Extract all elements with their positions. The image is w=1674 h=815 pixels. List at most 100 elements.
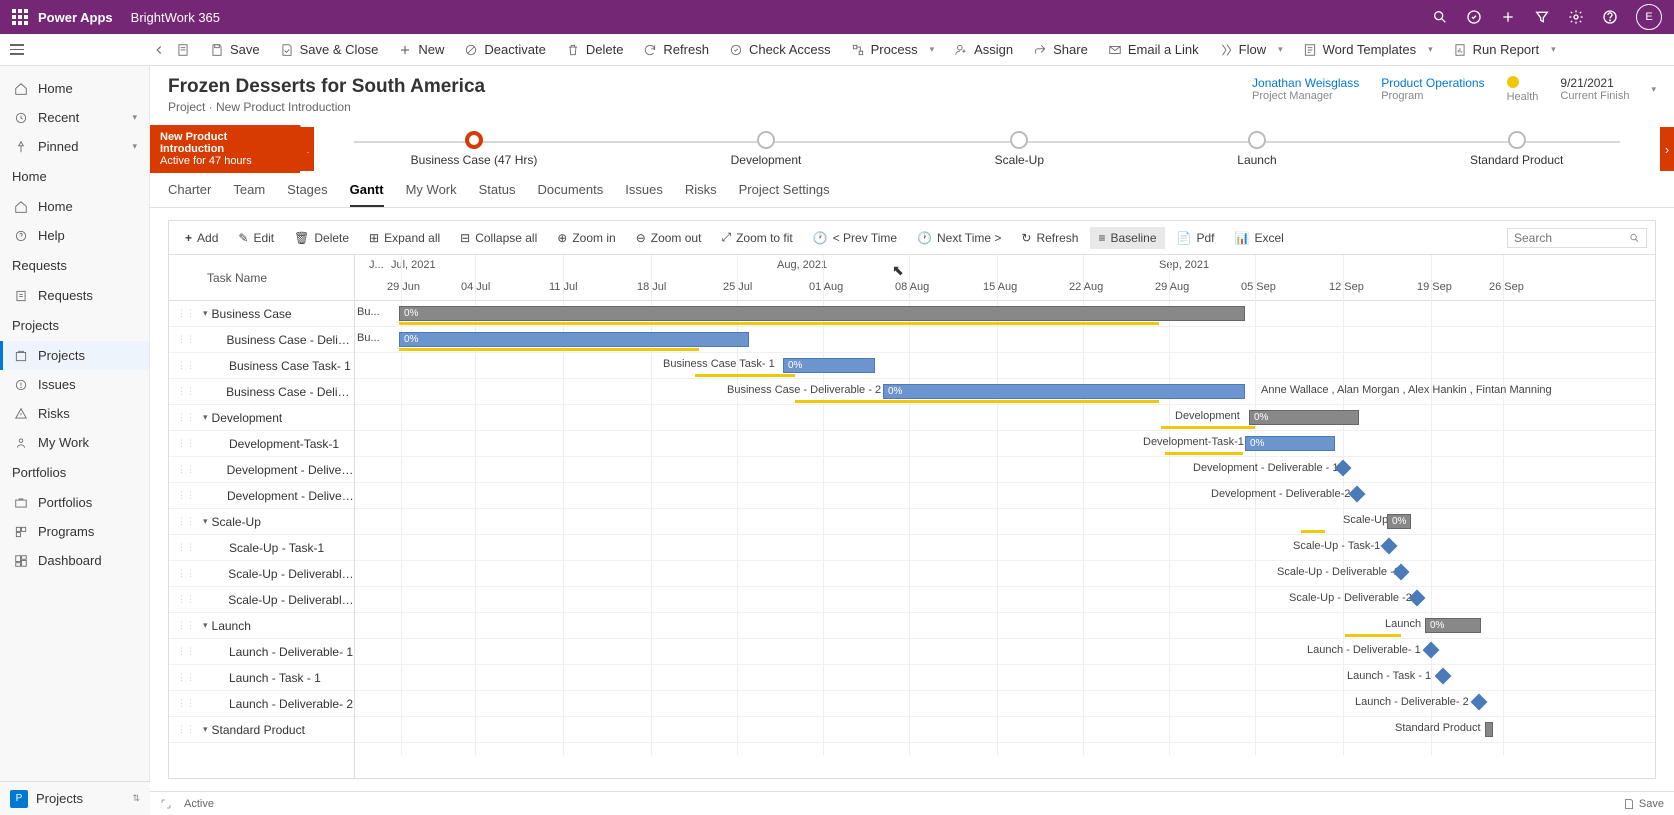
bpf-stage-business-case[interactable]: Business Case (47 Hrs) bbox=[411, 131, 538, 167]
caret-icon[interactable]: ▾ bbox=[203, 724, 208, 735]
drag-handle-icon[interactable]: ⋮⋮ bbox=[177, 698, 195, 709]
drag-handle-icon[interactable]: ⋮⋮ bbox=[177, 516, 195, 527]
tab-issues[interactable]: Issues bbox=[625, 182, 663, 207]
assign-button[interactable]: Assign bbox=[944, 34, 1023, 65]
gantt-excel-button[interactable]: 📊Excel bbox=[1226, 227, 1291, 249]
delete-button[interactable]: Delete bbox=[556, 34, 634, 65]
refresh-button[interactable]: Refresh bbox=[633, 34, 719, 65]
expand-icon[interactable] bbox=[160, 798, 172, 810]
task-row[interactable]: ⋮⋮Business Case Task- 1 bbox=[169, 353, 354, 379]
drag-handle-icon[interactable]: ⋮⋮ bbox=[177, 542, 195, 553]
gantt-bar[interactable]: 0% bbox=[1245, 436, 1335, 451]
gantt-expand-button[interactable]: ⊞Expand all bbox=[361, 227, 448, 249]
nav-programs[interactable]: Programs bbox=[0, 517, 149, 546]
email-link-button[interactable]: Email a Link bbox=[1098, 34, 1209, 65]
gantt-bar[interactable]: 0% bbox=[883, 384, 1245, 399]
gantt-delete-button[interactable]: 🗑Delete bbox=[286, 227, 357, 249]
drag-handle-icon[interactable]: ⋮⋮ bbox=[177, 672, 195, 683]
nav-area-switcher[interactable]: P Projects ⇅ bbox=[0, 781, 150, 815]
tab-status[interactable]: Status bbox=[479, 182, 516, 207]
gantt-fit-button[interactable]: ⤢Zoom to fit bbox=[713, 226, 800, 249]
chevron-down-icon[interactable]: ▾ bbox=[1651, 84, 1656, 95]
drag-handle-icon[interactable]: ⋮⋮ bbox=[177, 334, 195, 345]
nav-mywork[interactable]: My Work bbox=[0, 428, 149, 457]
gantt-bar[interactable]: 0% bbox=[1387, 514, 1411, 529]
task-row[interactable]: ⋮⋮Development - Deliverable - 1 bbox=[169, 457, 354, 483]
task-row[interactable]: ⋮⋮Scale-Up - Deliverable -2 bbox=[169, 587, 354, 613]
form-icon[interactable] bbox=[176, 43, 190, 57]
task-row[interactable]: ⋮⋮Scale-Up - Task-1 bbox=[169, 535, 354, 561]
task-row[interactable]: ⋮⋮▾Development bbox=[169, 405, 354, 431]
gantt-zoomout-button[interactable]: ⊖Zoom out bbox=[628, 227, 710, 249]
footer-save-button[interactable]: Save bbox=[1623, 798, 1664, 810]
save-button[interactable]: Save bbox=[200, 34, 270, 65]
apps-launcher-icon[interactable] bbox=[12, 9, 28, 25]
drag-handle-icon[interactable]: ⋮⋮ bbox=[177, 308, 195, 319]
nav-recent[interactable]: Recent▾ bbox=[0, 103, 149, 132]
bpf-expand-icon[interactable]: › bbox=[1660, 127, 1674, 171]
nav-dashboard[interactable]: Dashboard bbox=[0, 546, 149, 575]
drag-handle-icon[interactable]: ⋮⋮ bbox=[177, 724, 195, 735]
nav-issues[interactable]: Issues bbox=[0, 370, 149, 399]
bpf-current-stage[interactable]: New Product Introduction Active for 47 h… bbox=[150, 125, 300, 173]
drag-handle-icon[interactable]: ⋮⋮ bbox=[177, 620, 195, 631]
gantt-refresh-button[interactable]: ↻Refresh bbox=[1013, 227, 1086, 249]
drag-handle-icon[interactable]: ⋮⋮ bbox=[177, 438, 195, 449]
nav-portfolios[interactable]: Portfolios bbox=[0, 488, 149, 517]
task-row[interactable]: ⋮⋮Business Case - Deliverable-1 bbox=[169, 327, 354, 353]
drag-handle-icon[interactable]: ⋮⋮ bbox=[177, 568, 195, 579]
caret-icon[interactable]: ▾ bbox=[203, 620, 208, 631]
gantt-edit-button[interactable]: ✎Edit bbox=[230, 227, 282, 249]
task-icon[interactable] bbox=[1466, 9, 1482, 25]
add-icon[interactable] bbox=[1500, 9, 1516, 25]
nav-projects[interactable]: Projects bbox=[0, 341, 149, 370]
flow-button[interactable]: Flow▾ bbox=[1209, 34, 1293, 65]
caret-icon[interactable]: ▾ bbox=[203, 516, 208, 527]
drag-handle-icon[interactable]: ⋮⋮ bbox=[177, 412, 195, 423]
user-avatar[interactable]: E bbox=[1636, 4, 1662, 30]
task-row[interactable]: ⋮⋮Launch - Task - 1 bbox=[169, 665, 354, 691]
task-row[interactable]: ⋮⋮▾Scale-Up bbox=[169, 509, 354, 535]
nav-toggle-icon[interactable] bbox=[10, 44, 24, 55]
task-row[interactable]: ⋮⋮Scale-Up - Deliverable -1 bbox=[169, 561, 354, 587]
filter-icon[interactable] bbox=[1534, 9, 1550, 25]
drag-handle-icon[interactable]: ⋮⋮ bbox=[177, 490, 195, 501]
tab-settings[interactable]: Project Settings bbox=[739, 182, 830, 207]
gantt-bar[interactable]: 0% bbox=[1425, 618, 1481, 633]
bpf-stage-scaleup[interactable]: Scale-Up bbox=[995, 131, 1044, 167]
gantt-bar[interactable]: 0% bbox=[399, 306, 1245, 321]
drag-handle-icon[interactable]: ⋮⋮ bbox=[177, 464, 195, 475]
tab-charter[interactable]: Charter bbox=[168, 182, 211, 207]
back-icon[interactable] bbox=[152, 43, 166, 57]
gantt-search-box[interactable] bbox=[1507, 228, 1647, 248]
drag-handle-icon[interactable]: ⋮⋮ bbox=[177, 594, 195, 605]
gantt-zoomin-button[interactable]: ⊕Zoom in bbox=[549, 227, 623, 249]
nav-pinned[interactable]: Pinned▾ bbox=[0, 132, 149, 161]
process-button[interactable]: Process▾ bbox=[841, 34, 945, 65]
run-report-button[interactable]: Run Report▾ bbox=[1443, 34, 1566, 65]
drag-handle-icon[interactable]: ⋮⋮ bbox=[177, 360, 195, 371]
tab-documents[interactable]: Documents bbox=[538, 182, 604, 207]
milestone-diamond[interactable] bbox=[1471, 694, 1488, 711]
new-button[interactable]: New bbox=[388, 34, 454, 65]
gantt-collapse-button[interactable]: ⊟Collapse all bbox=[452, 227, 545, 249]
bpf-stage-development[interactable]: Development bbox=[731, 131, 802, 167]
gantt-next-button[interactable]: 🕐Next Time > bbox=[909, 227, 1009, 249]
task-row[interactable]: ⋮⋮Development - Deliverable-2 bbox=[169, 483, 354, 509]
save-close-button[interactable]: Save & Close bbox=[270, 34, 389, 65]
bpf-stage-standard[interactable]: Standard Product bbox=[1470, 131, 1563, 167]
task-row[interactable]: ⋮⋮Launch - Deliverable- 1 bbox=[169, 639, 354, 665]
task-row[interactable]: ⋮⋮Business Case - Deliverable - 2 bbox=[169, 379, 354, 405]
nav-home[interactable]: Home bbox=[0, 74, 149, 103]
share-button[interactable]: Share bbox=[1023, 34, 1098, 65]
gantt-prev-button[interactable]: 🕐< Prev Time bbox=[805, 227, 905, 249]
gantt-bar[interactable]: 0% bbox=[783, 358, 875, 373]
deactivate-button[interactable]: Deactivate bbox=[454, 34, 555, 65]
caret-icon[interactable]: ▾ bbox=[203, 412, 208, 423]
search-icon[interactable] bbox=[1432, 9, 1448, 25]
caret-icon[interactable]: ▾ bbox=[203, 308, 208, 319]
drag-handle-icon[interactable]: ⋮⋮ bbox=[177, 646, 195, 657]
check-access-button[interactable]: Check Access bbox=[719, 34, 841, 65]
tab-mywork[interactable]: My Work bbox=[406, 182, 457, 207]
project-manager-field[interactable]: Jonathan WeisglassProject Manager bbox=[1252, 76, 1359, 103]
